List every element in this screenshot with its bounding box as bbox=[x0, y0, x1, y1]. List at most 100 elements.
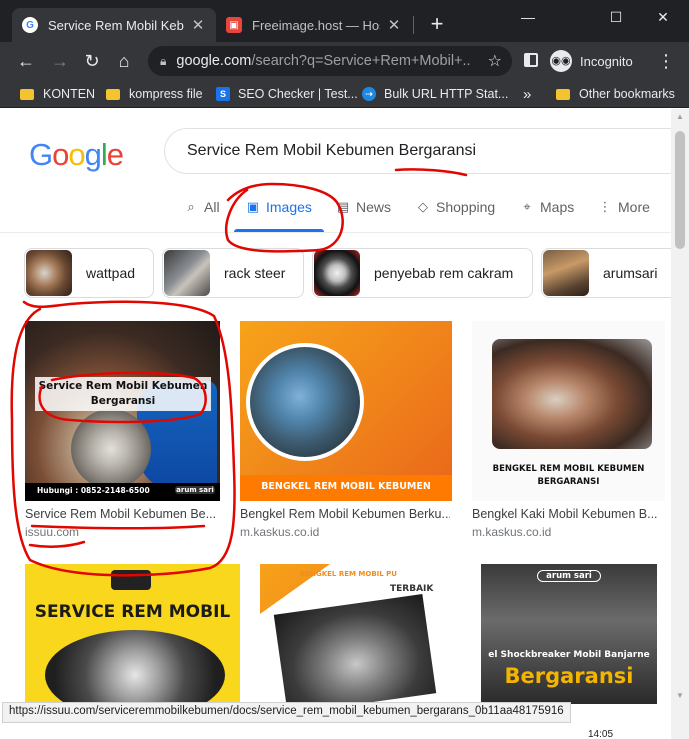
image-result[interactable]: arum sari el Shockbreaker Mobil Banjarne… bbox=[481, 564, 657, 704]
result-thumbnail[interactable]: BENGKEL REM MOBIL KEBUMEN bbox=[240, 321, 452, 501]
image-icon: ▣ bbox=[246, 199, 260, 214]
result-caption[interactable]: Bengkel Rem Mobil Kebumen Berku... bbox=[240, 507, 450, 521]
scroll-up-arrow[interactable]: ▲ bbox=[671, 112, 689, 124]
news-icon: ▤ bbox=[336, 199, 350, 214]
bookmark-label: Bulk URL HTTP Stat... bbox=[384, 87, 509, 101]
bookmark-star-icon[interactable]: ☆ bbox=[488, 51, 502, 71]
image-result[interactable]: BENGKEL REM MOBIL PU TERBAIK bbox=[260, 564, 443, 704]
bookmark-bulk-url[interactable]: ⇢ Bulk URL HTTP Stat... bbox=[362, 84, 508, 104]
tab-news[interactable]: ▤ News bbox=[336, 199, 391, 215]
bulk-url-icon: ⇢ bbox=[362, 87, 376, 101]
bookmarks-overflow-button[interactable]: » bbox=[523, 84, 531, 104]
bookmark-seo-checker[interactable]: S SEO Checker | Test... bbox=[216, 84, 358, 104]
chip-arumsari[interactable]: arumsari bbox=[541, 248, 681, 298]
result-source[interactable]: issuu.com bbox=[25, 525, 79, 539]
folder-icon bbox=[20, 88, 34, 100]
google-results-page: Google Service Rem Mobil Kebumen Bergara… bbox=[0, 109, 689, 739]
google-logo[interactable]: Google bbox=[29, 137, 124, 173]
page-scrollbar[interactable]: ▲ ▼ bbox=[671, 109, 689, 739]
logo-letter: g bbox=[84, 137, 102, 172]
result-thumbnail[interactable]: BENGKEL REM MOBIL KEBUMEN BERGARANSI bbox=[472, 321, 665, 501]
result-source[interactable]: m.kaskus.co.id bbox=[240, 525, 319, 539]
minimize-button[interactable]: — bbox=[505, 4, 551, 30]
chip-rack-steer[interactable]: rack steer bbox=[162, 248, 304, 298]
image-result[interactable]: SERVICE REM MOBIL bbox=[25, 564, 240, 704]
chip-label: penyebab rem cakram bbox=[374, 265, 514, 281]
address-bar[interactable]: 🔒︎ google.com /search?q=Service+Rem+Mobi… bbox=[148, 46, 512, 76]
link-status-bar: https://issuu.com/serviceremmobilkebumen… bbox=[2, 702, 571, 723]
image-title-text: BENGKEL REM MOBIL PU bbox=[300, 570, 397, 578]
incognito-indicator[interactable]: ◉◉ Incognito bbox=[550, 47, 633, 75]
lock-icon[interactable]: 🔒︎ bbox=[160, 54, 166, 69]
tab-label: All bbox=[204, 199, 220, 215]
side-panel-icon[interactable] bbox=[524, 53, 538, 67]
result-thumbnail[interactable]: SERVICE REM MOBIL bbox=[25, 564, 240, 704]
image-subtitle-text: TERBAIK bbox=[390, 584, 434, 594]
tab-more[interactable]: ⋮ More bbox=[598, 199, 650, 215]
result-source[interactable]: m.kaskus.co.id bbox=[472, 525, 551, 539]
bookmark-konten[interactable]: KONTEN bbox=[20, 84, 95, 104]
arumsari-brand: arum sari bbox=[175, 486, 215, 494]
image-result[interactable]: BENGKEL REM MOBIL KEBUMEN BERGARANSI Ben… bbox=[472, 321, 665, 557]
bookmarks-bar: KONTEN kompress file S SEO Checker | Tes… bbox=[0, 80, 689, 108]
more-vert-icon: ⋮ bbox=[598, 199, 612, 214]
maximize-button[interactable]: ☐ bbox=[593, 4, 639, 30]
arumsari-brand: arum sari bbox=[537, 570, 601, 582]
related-chips: wattpad rack steer penyebab rem cakram a… bbox=[0, 248, 689, 298]
result-thumbnail[interactable]: BENGKEL REM MOBIL PU TERBAIK bbox=[260, 564, 443, 704]
tab-title: Service Rem Mobil Kebumen bbox=[48, 17, 184, 33]
search-icon: ⌕ bbox=[187, 199, 195, 214]
reload-button[interactable]: ↻ bbox=[78, 47, 106, 75]
incognito-icon: ◉◉ bbox=[550, 50, 572, 72]
bookmark-label: Other bookmarks bbox=[579, 87, 675, 101]
tab-label: Maps bbox=[540, 199, 575, 215]
seo-icon: S bbox=[216, 87, 230, 101]
google-g-icon: G bbox=[22, 17, 38, 33]
home-button[interactable]: ⌂ bbox=[110, 47, 138, 75]
image-result[interactable]: BENGKEL REM MOBIL KEBUMEN Bengkel Rem Mo… bbox=[240, 321, 452, 557]
chip-thumbnail bbox=[314, 250, 360, 296]
close-icon[interactable]: ✕ bbox=[386, 16, 402, 34]
forward-button[interactable]: → bbox=[46, 47, 74, 75]
result-caption[interactable]: Service Rem Mobil Kebumen Be... bbox=[25, 507, 215, 521]
back-button[interactable]: ← bbox=[12, 47, 40, 75]
chip-penyebab-rem-cakram[interactable]: penyebab rem cakram bbox=[312, 248, 533, 298]
header-divider bbox=[0, 232, 689, 233]
image-title-text: BENGKEL REM MOBIL KEBUMEN BERGARANSI bbox=[492, 464, 645, 487]
chip-label: arumsari bbox=[603, 265, 658, 281]
tab-freeimage[interactable]: ▣ Freeimage.host — Hosting ✕ bbox=[216, 8, 412, 42]
result-caption[interactable]: Bengkel Kaki Mobil Kebumen B... bbox=[472, 507, 662, 521]
image-footer-text: Hubungi : 0852-2148-6500 bbox=[37, 486, 150, 495]
image-title-text: Service Rem Mobil Kebumen Bergaransi bbox=[38, 380, 208, 407]
chip-thumbnail bbox=[26, 250, 72, 296]
result-thumbnail[interactable]: arum sari el Shockbreaker Mobil Banjarne… bbox=[481, 564, 657, 704]
chip-label: rack steer bbox=[224, 265, 286, 281]
bookmark-other[interactable]: Other bookmarks bbox=[556, 84, 675, 104]
tab-strip: G Service Rem Mobil Kebumen ✕ ▣ Freeimag… bbox=[0, 0, 689, 42]
taskbar-clock: 14:05 bbox=[588, 729, 614, 739]
bookmark-label: KONTEN bbox=[43, 87, 96, 101]
image-result[interactable]: Service Rem Mobil Kebumen Bergaransi Hub… bbox=[25, 321, 220, 557]
tab-all[interactable]: ⌕ All bbox=[184, 199, 220, 215]
workshop-photo-circle bbox=[246, 343, 364, 461]
browser-toolbar: ← → ↻ ⌂ 🔒︎ google.com /search?q=Service+… bbox=[0, 42, 689, 80]
scroll-thumb[interactable] bbox=[675, 131, 685, 249]
close-icon[interactable]: ✕ bbox=[190, 16, 206, 34]
tab-separator bbox=[413, 16, 414, 34]
map-pin-icon: ⌖ bbox=[523, 199, 531, 214]
folder-icon bbox=[106, 88, 120, 100]
tab-images[interactable]: ▣ Images bbox=[246, 199, 312, 215]
search-input[interactable]: Service Rem Mobil Kebumen Bergaransi bbox=[164, 128, 684, 174]
bookmark-kompress-file[interactable]: kompress file bbox=[106, 84, 203, 104]
new-tab-button[interactable]: + bbox=[424, 12, 450, 38]
scroll-down-arrow[interactable]: ▼ bbox=[671, 691, 689, 703]
tab-maps[interactable]: ⌖ Maps bbox=[520, 199, 574, 215]
tab-google-search[interactable]: G Service Rem Mobil Kebumen ✕ bbox=[12, 8, 216, 42]
tab-shopping[interactable]: ◇ Shopping bbox=[416, 199, 495, 215]
brake-photo bbox=[273, 594, 437, 704]
browser-menu-button[interactable]: ⋮ bbox=[656, 47, 676, 75]
tab-title: Freeimage.host — Hosting bbox=[252, 17, 380, 33]
close-window-button[interactable]: ✕ bbox=[640, 4, 686, 30]
result-thumbnail[interactable]: Service Rem Mobil Kebumen Bergaransi Hub… bbox=[25, 321, 220, 501]
chip-wattpad[interactable]: wattpad bbox=[24, 248, 154, 298]
